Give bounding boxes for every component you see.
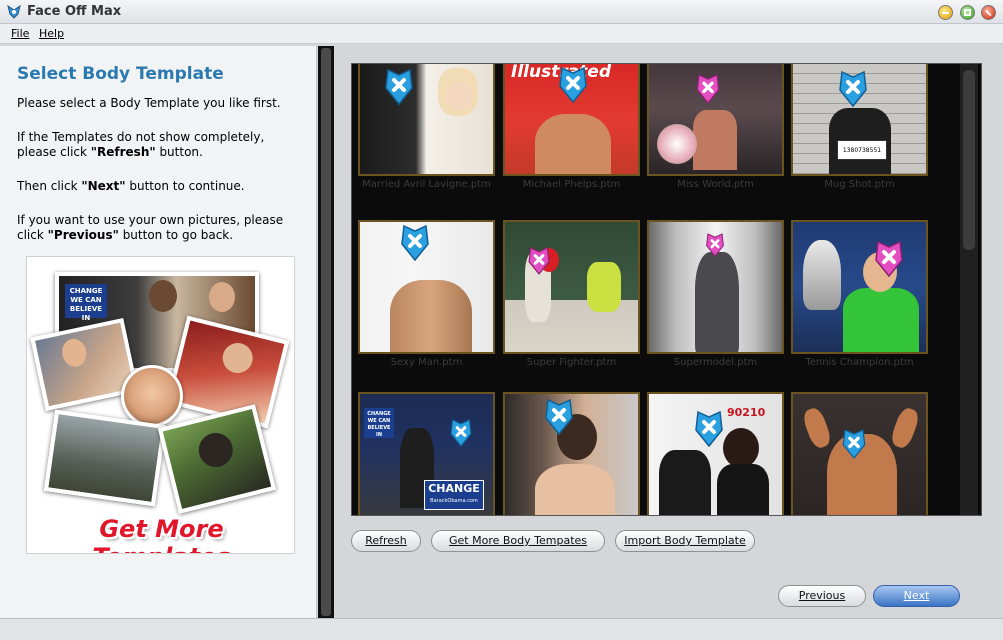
close-icon: [985, 9, 992, 17]
template-caption: Super Fighter.ptm: [526, 357, 617, 368]
instruction-line-2: If the Templates do not show completely,…: [17, 130, 265, 159]
face-marker-icon: [545, 398, 573, 436]
maximize-button[interactable]: [960, 5, 975, 20]
campaign-sign: CHANGE WE CAN BELIEVE IN: [364, 408, 394, 438]
title-bar: Face Off Max: [0, 0, 1003, 24]
menu-bar: File Help: [0, 24, 1003, 44]
face-marker-icon: [696, 74, 720, 104]
template-caption: Supermodel.ptm: [673, 357, 758, 368]
backdrop-logo: 90210: [727, 406, 766, 419]
collage-photo-soldiers: [43, 409, 167, 507]
get-more-body-templates-button[interactable]: Get More Body Tempates: [431, 530, 605, 552]
minimize-icon: [942, 12, 949, 14]
template-thumbnail: [791, 220, 928, 354]
close-button[interactable]: [981, 5, 996, 20]
menu-help[interactable]: Help: [39, 27, 64, 40]
campaign-podium-sign: CHANGE BarackObama.com: [424, 480, 484, 510]
import-body-template-button[interactable]: Import Body Template: [615, 530, 755, 552]
instruction-line-4: If you want to use your own pictures, pl…: [17, 213, 284, 242]
window-title: Face Off Max: [27, 4, 122, 19]
refresh-button[interactable]: Refresh: [351, 530, 421, 552]
instruction-line-3: Then click "Next" button to continue.: [17, 179, 245, 193]
instruction-line-1: Please select a Body Template you like f…: [17, 96, 281, 110]
collage-photo-chimp: [157, 404, 277, 514]
instruction-panel: Select Body Template Please select a Bod…: [0, 46, 317, 618]
status-bar: [0, 618, 1003, 640]
template-caption: Miss World.ptm: [677, 179, 754, 190]
face-marker-icon: [706, 233, 724, 257]
collage-photo-face-circle: [121, 365, 183, 427]
gallery-scroll-thumb[interactable]: [963, 70, 975, 250]
face-marker-icon: [875, 240, 903, 278]
get-more-templates-banner[interactable]: CHANGEWE CANBELIEVE IN Get More Template…: [26, 256, 295, 554]
template-caption: Tennis Champion.ptm: [805, 357, 914, 368]
face-marker-icon: [842, 429, 866, 459]
panel-heading: Select Body Template: [17, 64, 224, 84]
face-marker-icon: [401, 224, 429, 262]
get-more-templates-text: Get More Templates: [92, 515, 230, 553]
template-caption: Michael Phelps.ptm: [522, 179, 621, 190]
template-caption: Married Avril Lavigne.ptm: [362, 179, 491, 190]
next-button[interactable]: Next: [873, 585, 960, 607]
face-marker-icon: [695, 410, 723, 448]
face-marker-icon: [839, 70, 867, 108]
maximize-icon: [964, 9, 971, 16]
template-tile[interactable]: CHANGE WE CAN BELIEVE IN CHANGE BarackOba…: [358, 392, 495, 515]
template-tile[interactable]: Super Fighter.ptm: [503, 220, 640, 384]
previous-button[interactable]: Previous: [778, 585, 866, 607]
gallery-scrollbar[interactable]: [960, 64, 978, 515]
template-thumbnail: [503, 220, 640, 354]
face-marker-icon: [385, 68, 413, 106]
template-caption: Mug Shot.ptm: [824, 179, 895, 190]
panel-splitter[interactable]: [318, 46, 334, 618]
minimize-button[interactable]: [938, 5, 953, 20]
menu-file[interactable]: File: [11, 27, 29, 40]
face-marker-icon: [528, 247, 550, 275]
template-gallery: Married Avril Lavigne.ptm Sports Illustr…: [351, 63, 982, 516]
template-tile[interactable]: Tennis Champion.ptm: [791, 220, 928, 384]
mugshot-placard: 1380738551: [837, 140, 887, 160]
template-thumbnail: CHANGE WE CAN BELIEVE IN CHANGE BarackOba…: [358, 392, 495, 515]
template-caption: Sexy Man.ptm: [390, 357, 463, 368]
app-logo-icon: [7, 4, 21, 19]
template-thumbnail: [358, 64, 495, 176]
face-marker-icon: [559, 66, 587, 104]
face-marker-icon: [450, 419, 472, 447]
template-tile[interactable]: Married Avril Lavigne.ptm: [358, 64, 495, 206]
